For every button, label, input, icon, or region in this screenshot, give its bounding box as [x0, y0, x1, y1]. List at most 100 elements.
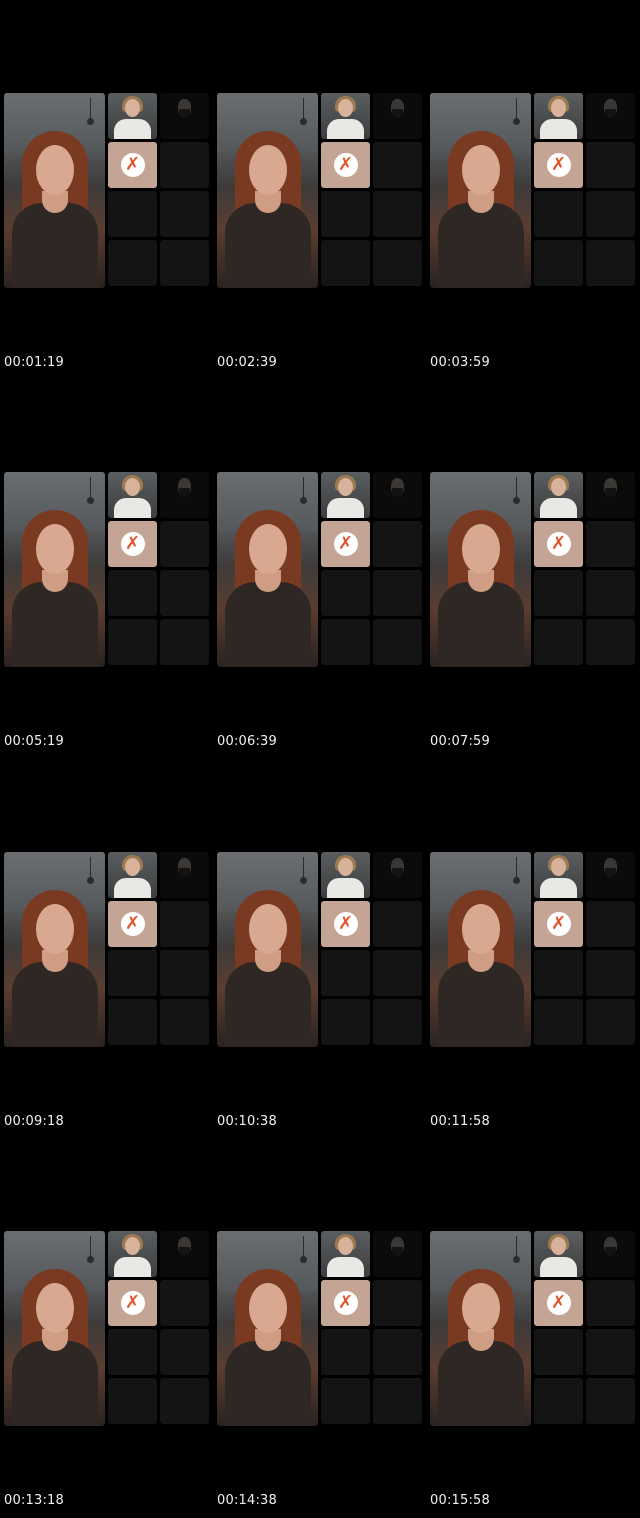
video-frame[interactable]: ✗: [4, 472, 210, 667]
muted-participant-tile[interactable]: ✗: [108, 1280, 157, 1326]
video-frame[interactable]: ✗: [4, 1231, 210, 1426]
face-shape: [338, 99, 353, 117]
participant-thumbnail-1[interactable]: [534, 93, 583, 139]
participant-thumbnail-2[interactable]: [373, 472, 422, 518]
main-video-feed: [4, 852, 105, 1047]
muted-participant-tile[interactable]: ✗: [108, 521, 157, 567]
muted-participant-tile[interactable]: ✗: [108, 901, 157, 947]
camera-off-x-icon: ✗: [546, 1291, 571, 1315]
participant-thumbnail-2[interactable]: [586, 93, 635, 139]
empty-participant-slot: [586, 142, 635, 188]
participant-thumbnail-1[interactable]: [321, 1231, 370, 1277]
empty-participant-slot: [160, 1329, 209, 1375]
shirt-shape: [327, 119, 364, 139]
muted-participant-tile[interactable]: ✗: [534, 901, 583, 947]
ceiling-lamp: [512, 857, 522, 887]
participant-thumbnail-2[interactable]: [160, 1231, 209, 1277]
frame-timestamp: 00:03:59: [430, 355, 490, 370]
camera-off-x-icon: ✗: [546, 532, 571, 556]
video-frame[interactable]: ✗: [430, 93, 636, 288]
video-frame[interactable]: ✗: [217, 472, 423, 667]
participant-thumbnail-2[interactable]: [586, 1231, 635, 1277]
face-shape: [338, 478, 353, 496]
face-shape: [125, 478, 140, 496]
body-shape: [438, 582, 524, 667]
body-shape: [12, 1341, 98, 1426]
frame-timestamp: 00:06:39: [217, 734, 277, 749]
camera-off-x-icon: ✗: [333, 153, 358, 177]
muted-participant-tile[interactable]: ✗: [321, 901, 370, 947]
participant-thumbnail-2[interactable]: [160, 472, 209, 518]
empty-participant-slot: [586, 521, 635, 567]
shirt-shape: [327, 878, 364, 898]
participant-thumbnail-1[interactable]: [321, 472, 370, 518]
empty-participant-slot: [321, 999, 370, 1045]
participant-thumbnail-1[interactable]: [321, 93, 370, 139]
participant-thumbnail-2[interactable]: [586, 472, 635, 518]
empty-participant-slot: [160, 901, 209, 947]
empty-participant-slot: [108, 1378, 157, 1424]
video-frame[interactable]: ✗: [430, 1231, 636, 1426]
participant-thumbnail-1[interactable]: [108, 852, 157, 898]
participant-thumbnail-1[interactable]: [534, 1231, 583, 1277]
participant-thumbnail-2[interactable]: [586, 852, 635, 898]
shirt-shape: [114, 498, 151, 518]
beard-shape: [179, 1247, 190, 1256]
participant-thumbnail-1[interactable]: [534, 852, 583, 898]
beard-shape: [392, 109, 403, 118]
muted-participant-tile[interactable]: ✗: [321, 142, 370, 188]
x-mark-icon: ✗: [337, 154, 354, 175]
empty-participant-slot: [586, 901, 635, 947]
body-shape: [225, 962, 311, 1047]
muted-participant-tile[interactable]: ✗: [321, 521, 370, 567]
muted-participant-tile[interactable]: ✗: [534, 1280, 583, 1326]
participant-thumbnail-1[interactable]: [108, 1231, 157, 1277]
video-frame[interactable]: ✗: [217, 852, 423, 1047]
video-frame[interactable]: ✗: [4, 852, 210, 1047]
participant-thumbnail-1[interactable]: [108, 472, 157, 518]
face-shape: [551, 1237, 566, 1255]
frame-timestamp: 00:10:38: [217, 1114, 277, 1129]
muted-participant-tile[interactable]: ✗: [534, 521, 583, 567]
empty-participant-slot: [321, 191, 370, 237]
x-mark-icon: ✗: [124, 1292, 141, 1313]
participant-thumbnail-2[interactable]: [373, 1231, 422, 1277]
participant-thumbnail-2[interactable]: [373, 93, 422, 139]
empty-participant-slot: [160, 570, 209, 616]
participant-thumbnail-1[interactable]: [534, 472, 583, 518]
empty-participant-slot: [586, 950, 635, 996]
video-frame[interactable]: ✗: [217, 1231, 423, 1426]
beard-shape: [605, 1247, 616, 1256]
face-shape: [462, 1283, 500, 1333]
frame-timestamp: 00:14:38: [217, 1493, 277, 1508]
video-frame[interactable]: ✗: [217, 93, 423, 288]
empty-participant-slot: [373, 619, 422, 665]
main-video-feed: [430, 472, 531, 667]
video-frame[interactable]: ✗: [430, 472, 636, 667]
empty-participant-slot: [586, 1378, 635, 1424]
muted-participant-tile[interactable]: ✗: [534, 142, 583, 188]
participant-thumbnail-1[interactable]: [321, 852, 370, 898]
participant-thumbnail-2[interactable]: [160, 93, 209, 139]
participant-thumbnail-2[interactable]: [160, 852, 209, 898]
empty-participant-slot: [321, 240, 370, 286]
face-shape: [36, 524, 74, 574]
participant-thumbnail-1[interactable]: [108, 93, 157, 139]
shirt-shape: [114, 119, 151, 139]
muted-participant-tile[interactable]: ✗: [321, 1280, 370, 1326]
muted-participant-tile[interactable]: ✗: [108, 142, 157, 188]
x-mark-icon: ✗: [124, 913, 141, 934]
camera-off-x-icon: ✗: [546, 912, 571, 936]
frame-timestamp: 00:05:19: [4, 734, 64, 749]
main-video-feed: [217, 472, 318, 667]
empty-participant-slot: [586, 999, 635, 1045]
empty-participant-slot: [534, 240, 583, 286]
empty-participant-slot: [321, 619, 370, 665]
video-frame[interactable]: ✗: [4, 93, 210, 288]
frame-timestamp: 00:15:58: [430, 1493, 490, 1508]
empty-participant-slot: [160, 142, 209, 188]
empty-participant-slot: [108, 999, 157, 1045]
participant-thumbnail-2[interactable]: [373, 852, 422, 898]
video-frame[interactable]: ✗: [430, 852, 636, 1047]
ceiling-lamp: [86, 477, 96, 507]
